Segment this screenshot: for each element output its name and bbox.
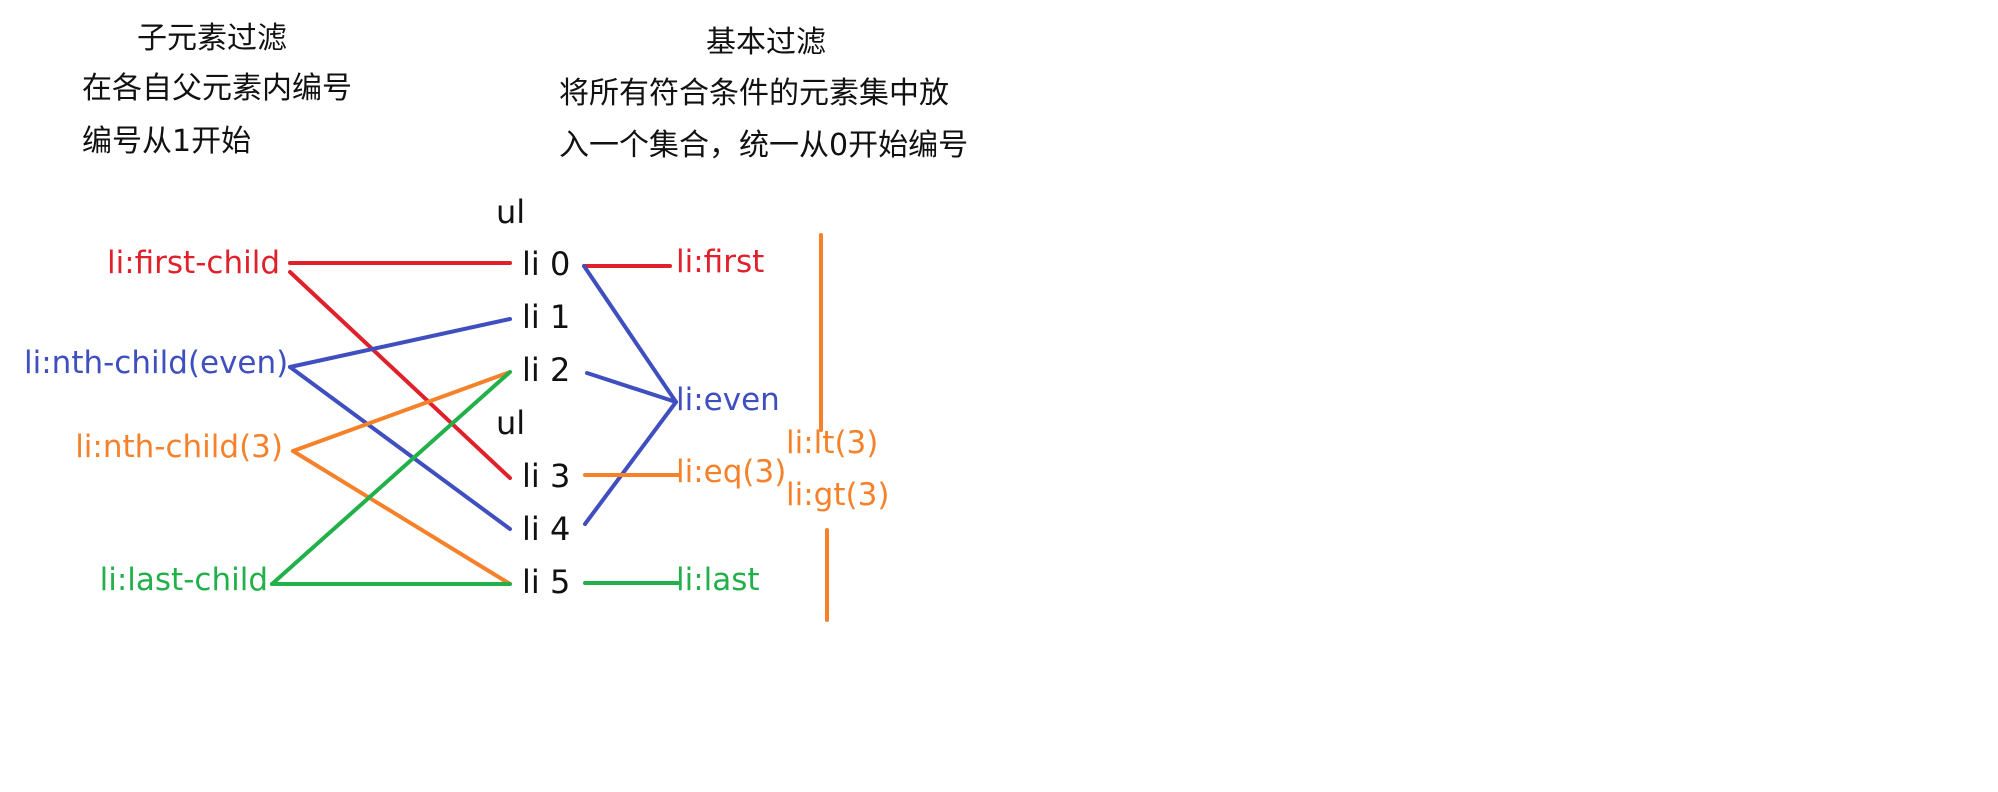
selector-last: li:last [676,562,760,598]
li-node-0: li 0 [522,245,571,283]
selector-nth-child-3: li:nth-child(3) [75,429,283,465]
basic-filter-desc-line2: 入一个集合，统一从0开始编号 [559,128,969,163]
child-filter-desc-line1: 在各自父元素内编号 [82,71,352,106]
connector-li2-even [585,371,678,404]
ul-node-mid: ul [496,404,526,442]
selector-last-child: li:last-child [99,562,268,598]
basic-filter-title: 基本过滤 [706,25,826,60]
connector-nth-even-li1 [288,317,512,369]
selector-even: li:even [676,382,780,418]
selector-first-child: li:first-child [106,245,280,281]
li-node-4: li 4 [522,510,571,548]
selector-nth-child-even: li:nth-child(even) [24,345,289,381]
selector-lt3: li:lt(3) [786,425,879,461]
li-node-1: li 1 [522,298,571,336]
li-node-5: li 5 [522,563,571,601]
ul-node-top: ul [496,193,526,231]
child-filter-title: 子元素过滤 [137,21,287,56]
selector-first: li:first [676,244,765,280]
child-filter-desc-line2: 编号从1开始 [82,124,252,159]
li-node-3: li 3 [522,457,571,495]
connector-li0-even [582,264,678,404]
connector-last-child-li2 [270,370,512,586]
basic-filter-desc-line1: 将所有符合条件的元素集中放 [559,76,949,111]
connector-li4-even [583,400,678,526]
selector-eq3: li:eq(3) [676,454,787,490]
connector-nth3-li2 [291,370,512,453]
connection-lines [270,233,829,622]
selector-gt3: li:gt(3) [786,477,890,513]
li-node-2: li 2 [522,351,571,389]
